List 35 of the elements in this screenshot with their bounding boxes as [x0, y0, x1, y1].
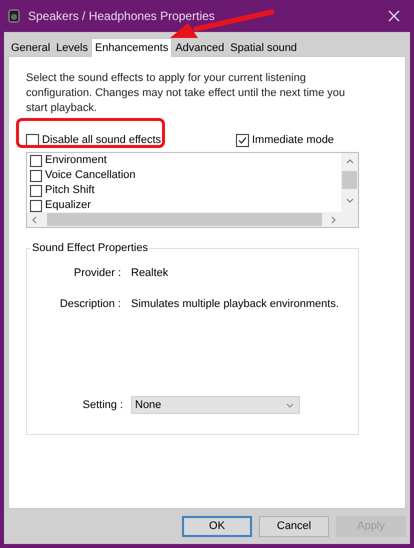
tab[interactable]: Advanced	[172, 40, 228, 56]
checkbox[interactable]	[30, 154, 42, 166]
tab[interactable]: Spatial sound	[227, 40, 300, 56]
intro-text: Select the sound effects to apply for your current listening configuration. Changes may not take effect until the next time you start playback.	[26, 71, 346, 116]
tab[interactable]: Enhancements	[90, 38, 172, 57]
scrollbar-thumb[interactable]	[342, 171, 357, 189]
field-label: Provider :	[72, 266, 121, 281]
field-value: Realtek	[131, 266, 170, 281]
speaker-icon	[8, 9, 20, 23]
dialog-button[interactable]: Cancel	[259, 516, 329, 537]
checkbox[interactable]	[30, 170, 42, 182]
tab[interactable]: Levels	[53, 40, 91, 56]
horizontal-scrollbar[interactable]	[27, 212, 358, 227]
group-title: Sound Effect Properties	[31, 240, 149, 256]
list-item[interactable]: Pitch Shift	[45, 184, 95, 197]
field-label: Description :	[58, 296, 121, 312]
field-value: Simulates multiple playback environments.	[131, 296, 340, 312]
checkbox[interactable]	[236, 134, 249, 146]
window-title: Speakers / Headphones Properties	[28, 8, 215, 25]
scrollbar-thumb[interactable]	[47, 213, 322, 226]
list-item[interactable]: Environment	[45, 154, 107, 167]
dialog-button[interactable]: OK	[182, 516, 252, 537]
vertical-scrollbar[interactable]	[341, 153, 358, 212]
list-item[interactable]: Equalizer	[45, 199, 91, 212]
checkbox-label: Immediate mode	[252, 132, 334, 148]
chevron-icon	[286, 402, 294, 408]
close-icon[interactable]	[388, 10, 400, 22]
checkbox[interactable]	[26, 134, 39, 146]
setting-dropdown[interactable]: None	[131, 396, 300, 414]
list-item[interactable]: Voice Cancellation	[45, 169, 136, 182]
checkbox-label: Disable all sound effects	[42, 132, 162, 148]
checkbox[interactable]	[30, 184, 42, 196]
field-label: Setting :	[82, 398, 123, 413]
checkbox[interactable]	[30, 200, 42, 212]
tab[interactable]: General	[8, 40, 54, 56]
